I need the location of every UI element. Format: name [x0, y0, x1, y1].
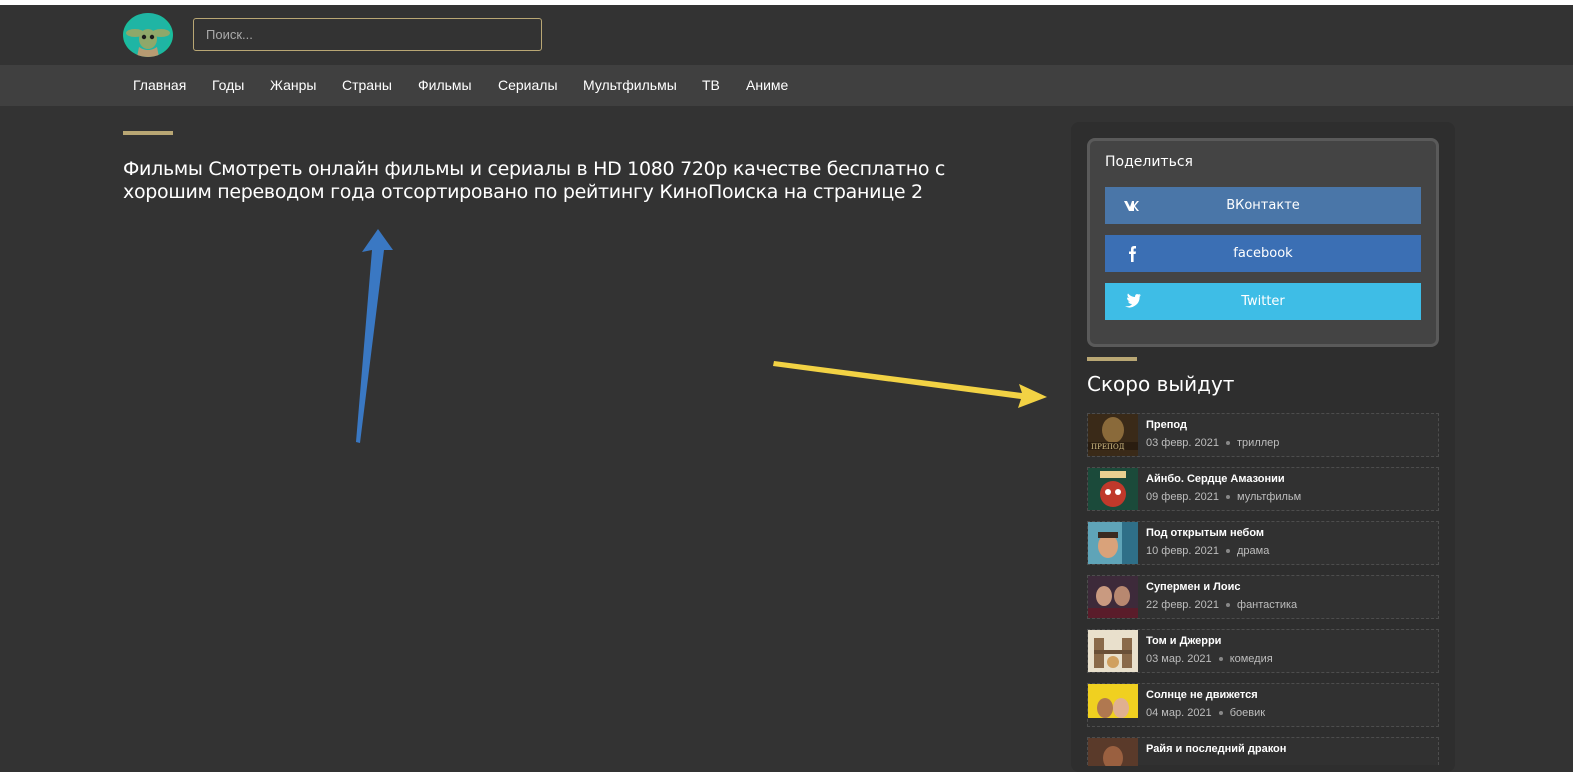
movie-poster [1088, 630, 1138, 672]
movie-meta: 09 февр. 2021 мультфильм [1146, 491, 1301, 503]
movie-date: 10 февр. 2021 [1146, 545, 1220, 557]
movie-date: 09 февр. 2021 [1146, 491, 1220, 503]
movie-meta: 03 февр. 2021 триллер [1146, 437, 1279, 449]
search-input[interactable] [193, 18, 542, 51]
header [0, 5, 1573, 65]
soon-title: Скоро выйдут [1087, 372, 1235, 396]
nav-item-genres[interactable]: Жанры [270, 65, 316, 106]
movie-genre: фантастика [1237, 599, 1298, 611]
share-facebook-label: facebook [1233, 246, 1293, 261]
page-title-line1: Фильмы Смотреть онлайн фильмы и сериалы … [123, 158, 946, 180]
share-facebook-button[interactable]: facebook [1105, 235, 1421, 272]
movie-date: 03 мар. 2021 [1146, 653, 1212, 665]
movie-poster [1088, 468, 1138, 510]
list-item[interactable]: ПРЕПОД Препод 03 февр. 2021 триллер [1087, 413, 1439, 457]
nav-item-home[interactable]: Главная [133, 65, 186, 106]
nav-item-films[interactable]: Фильмы [418, 65, 472, 106]
share-twitter-button[interactable]: Twitter [1105, 283, 1421, 320]
movie-title: Том и Джерри [1146, 635, 1222, 647]
share-vk-label: ВКонтакте [1226, 198, 1300, 213]
separator-dot [1218, 711, 1223, 716]
vk-icon [1123, 187, 1141, 224]
share-title: Поделиться [1105, 154, 1193, 170]
site-logo[interactable] [123, 13, 173, 57]
list-item[interactable]: Райя и последний дракон [1087, 737, 1439, 766]
movie-date: 22 февр. 2021 [1146, 599, 1220, 611]
movie-poster [1088, 738, 1138, 766]
movie-title: Препод [1146, 419, 1187, 431]
twitter-icon [1123, 283, 1141, 320]
movie-meta: 03 мар. 2021 комедия [1146, 653, 1273, 665]
movie-title: Райя и последний дракон [1146, 743, 1287, 755]
movie-genre: драма [1237, 545, 1270, 557]
blue-arrow-annotation [356, 229, 393, 443]
main-nav: Главная Годы Жанры Страны Фильмы Сериалы… [0, 65, 1573, 106]
movie-meta: 10 февр. 2021 драма [1146, 545, 1269, 557]
movie-meta: 04 мар. 2021 боевик [1146, 707, 1265, 719]
separator-dot [1226, 603, 1231, 608]
share-vk-button[interactable]: ВКонтакте [1105, 187, 1421, 224]
movie-genre: триллер [1237, 437, 1280, 449]
facebook-icon [1123, 235, 1141, 272]
list-item[interactable]: Под открытым небом 10 февр. 2021 драма [1087, 521, 1439, 565]
movie-genre: комедия [1229, 653, 1273, 665]
movie-genre: боевик [1229, 707, 1266, 719]
movie-title: Супермен и Лоис [1146, 581, 1241, 593]
separator-dot [1226, 495, 1231, 500]
nav-item-cartoons[interactable]: Мультфильмы [583, 65, 677, 106]
movie-poster [1088, 576, 1138, 618]
soon-accent-bar [1087, 357, 1137, 361]
list-item[interactable]: Солнце не движется 04 мар. 2021 боевик [1087, 683, 1439, 727]
movie-date: 03 февр. 2021 [1146, 437, 1220, 449]
nav-item-tv[interactable]: ТВ [702, 65, 720, 106]
title-accent-bar [123, 131, 173, 135]
share-twitter-label: Twitter [1241, 294, 1285, 309]
yellow-arrow-annotation [773, 361, 1047, 408]
movie-title: Под открытым небом [1146, 527, 1265, 539]
list-item[interactable]: Айнбо. Сердце Амазонии 09 февр. 2021 муль… [1087, 467, 1439, 511]
nav-item-anime[interactable]: Аниме [746, 65, 788, 106]
movie-title: Солнце не движется [1146, 689, 1258, 701]
nav-item-years[interactable]: Годы [212, 65, 244, 106]
list-item[interactable]: Том и Джерри 03 мар. 2021 комедия [1087, 629, 1439, 673]
separator-dot [1218, 657, 1223, 662]
movie-title: Айнбо. Сердце Амазонии [1146, 473, 1285, 485]
movie-meta: 22 февр. 2021 фантастика [1146, 599, 1297, 611]
logo-icon [126, 13, 170, 57]
nav-item-series[interactable]: Сериалы [498, 65, 558, 106]
separator-dot [1226, 549, 1231, 554]
list-item[interactable]: Супермен и Лоис 22 февр. 2021 фантастика [1087, 575, 1439, 619]
nav-item-countries[interactable]: Страны [342, 65, 392, 106]
movie-poster [1088, 684, 1138, 726]
movie-poster [1088, 522, 1138, 564]
separator-dot [1226, 441, 1231, 446]
movie-date: 04 мар. 2021 [1146, 707, 1212, 719]
page-title-line2: хорошим переводом года отсортировано по … [123, 181, 923, 203]
movie-genre: мультфильм [1237, 491, 1302, 503]
svg-text:ПРЕПОД: ПРЕПОД [1091, 443, 1125, 451]
page-title: Фильмы Смотреть онлайн фильмы и сериалы … [123, 158, 1023, 204]
movie-poster: ПРЕПОД [1088, 414, 1138, 456]
